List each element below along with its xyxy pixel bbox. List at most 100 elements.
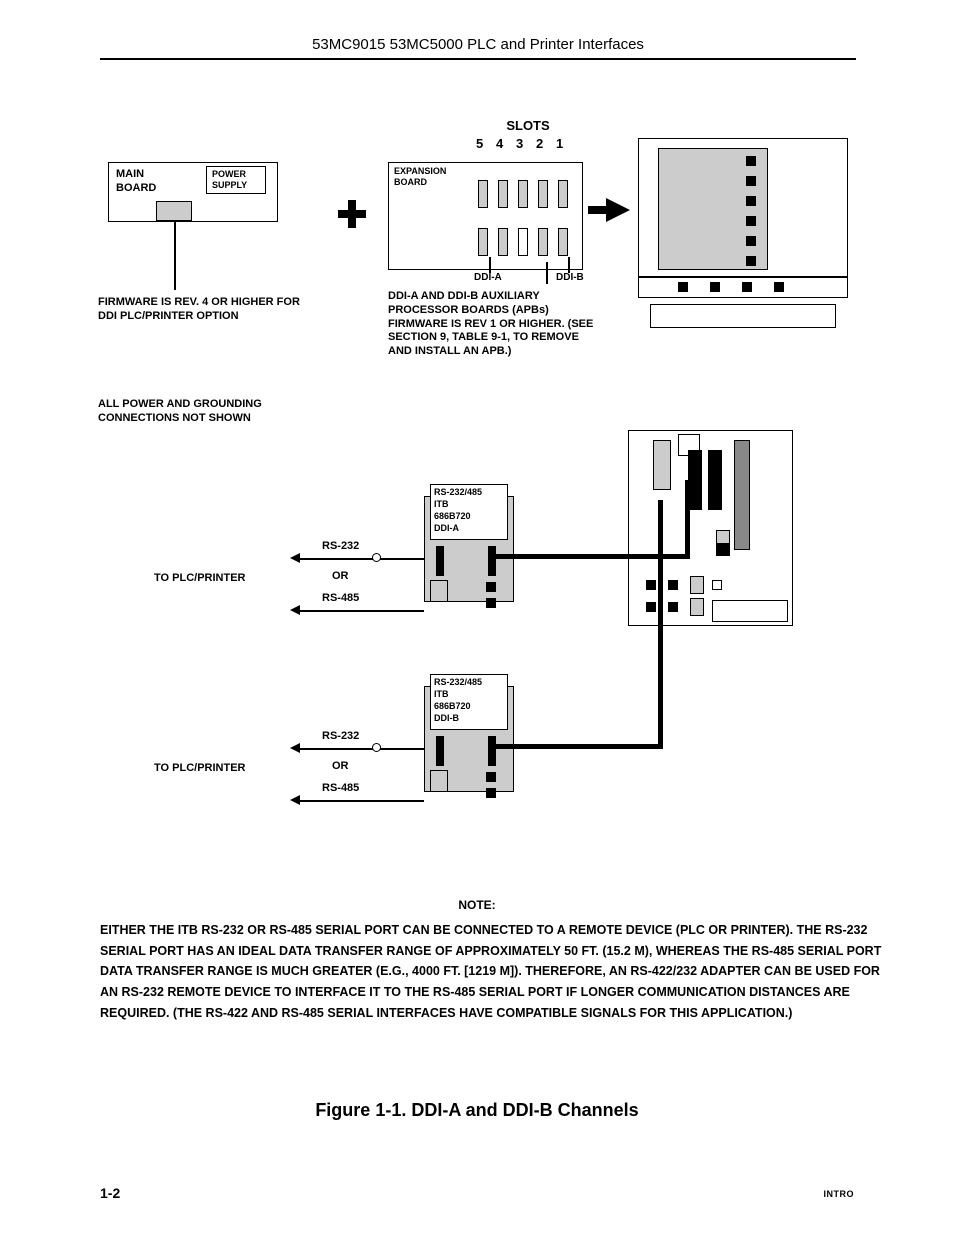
ddi-b-label: DDI-B <box>556 272 584 285</box>
itb-b-block <box>430 770 448 792</box>
rs232-b: RS-232 <box>322 730 359 744</box>
device-indicator <box>746 156 756 166</box>
to-plc-b: TO PLC/PRINTER <box>154 762 245 776</box>
plus-icon <box>338 200 364 226</box>
rs485-b: RS-485 <box>322 782 359 796</box>
rs232-b-line <box>298 748 424 750</box>
slot-3: 3 <box>516 136 523 152</box>
device-indicator <box>746 236 756 246</box>
line-junction <box>372 743 381 752</box>
itb-a-terminal <box>486 582 496 592</box>
itb-b-terminal <box>486 788 496 798</box>
rs485-a: RS-485 <box>322 592 359 606</box>
slot-module <box>558 180 568 208</box>
slot-module <box>498 180 508 208</box>
itb-b-terminal <box>486 772 496 782</box>
rear-sq <box>646 580 656 590</box>
slot-5: 5 <box>476 136 483 152</box>
arrow-stem <box>588 206 608 214</box>
rear-slot <box>734 440 750 550</box>
itb-a-l1: RS-232/485 <box>434 487 482 498</box>
rs232-a-arrow <box>290 553 300 563</box>
page-header: 53MC9015 53MC5000 PLC and Printer Interf… <box>100 36 856 53</box>
itb-a-conn <box>488 546 496 576</box>
ddi-a-leader <box>489 257 491 273</box>
device-button <box>774 282 784 292</box>
page: 53MC9015 53MC5000 PLC and Printer Interf… <box>0 0 954 1235</box>
device-indicator <box>746 216 756 226</box>
grounding-note: ALL POWER AND GROUNDING CONNECTIONS NOT … <box>98 398 318 426</box>
rear-module <box>653 440 671 490</box>
rear-bar <box>688 450 702 510</box>
note-title: NOTE: <box>390 898 564 912</box>
itb-a-terminal <box>486 598 496 608</box>
rear-port-box <box>712 600 788 622</box>
itb-b-conn <box>436 736 444 766</box>
rs485-b-arrow <box>290 795 300 805</box>
itb-a-conn <box>436 546 444 576</box>
device-screen <box>658 148 768 270</box>
main-board-label: MAIN BOARD <box>116 168 166 196</box>
itb-a-l3: 686B720 <box>434 511 471 522</box>
rear-sq <box>668 580 678 590</box>
slot-module <box>518 180 528 208</box>
itb-b-conn <box>488 736 496 766</box>
slot-module <box>498 228 508 256</box>
or-a: OR <box>332 570 349 584</box>
rear-block-top <box>716 530 730 544</box>
section-label: INTRO <box>824 1189 855 1199</box>
device-indicator <box>746 256 756 266</box>
rs485-a-line <box>298 610 424 612</box>
slot-module <box>478 180 488 208</box>
to-plc-a: TO PLC/PRINTER <box>154 572 245 586</box>
cable-b-v <box>658 500 663 749</box>
cable-b-h <box>495 744 663 749</box>
rs485-b-line <box>298 800 424 802</box>
firmware-note: FIRMWARE IS REV. 4 OR HIGHER FOR DDI PLC… <box>98 296 308 324</box>
device-button <box>742 282 752 292</box>
device-indicator <box>746 176 756 186</box>
slot-module <box>538 228 548 256</box>
device-button <box>710 282 720 292</box>
header-rule <box>100 58 856 60</box>
rear-sq-white <box>712 580 722 590</box>
rear-bar <box>708 450 722 510</box>
power-supply-label: POWER SUPPLY <box>212 169 260 192</box>
note-body: EITHER THE ITB RS-232 OR RS-485 SERIAL P… <box>100 920 890 1023</box>
ddi-a-label: DDI-A <box>474 272 502 285</box>
figure-caption: Figure 1-1. DDI-A and DDI-B Channels <box>0 1100 954 1121</box>
itb-a-l2: ITB <box>434 499 449 510</box>
itb-b-l4: DDI-B <box>434 713 459 724</box>
slot-module <box>478 228 488 256</box>
itb-b-l2: ITB <box>434 689 449 700</box>
device-divider <box>638 276 848 278</box>
itb-b-l1: RS-232/485 <box>434 677 482 688</box>
device-indicator <box>746 196 756 206</box>
slot-module <box>538 180 548 208</box>
itb-a-l4: DDI-A <box>434 523 459 534</box>
device-base <box>650 304 836 328</box>
slot-module <box>518 228 528 256</box>
diagram-area: MAIN BOARD POWER SUPPLY FIRMWARE IS REV.… <box>98 110 858 870</box>
rear-sq-gray <box>690 576 704 594</box>
line-junction <box>372 553 381 562</box>
itb-b-l3: 686B720 <box>434 701 471 712</box>
page-number: 1-2 <box>100 1185 120 1201</box>
device-button <box>678 282 688 292</box>
slots-title: SLOTS <box>478 118 578 134</box>
apb-note: DDI-A AND DDI-B AUXILIARY PROCESSOR BOAR… <box>388 290 598 359</box>
ddi-b-leader <box>568 257 570 273</box>
expansion-label: EXPANSION BOARD <box>394 166 464 189</box>
rs232-a: RS-232 <box>322 540 359 554</box>
slot-2: 2 <box>536 136 543 152</box>
rs485-a-arrow <box>290 605 300 615</box>
rear-sq-gray <box>690 598 704 616</box>
rear-sq <box>646 602 656 612</box>
slot-module <box>558 228 568 256</box>
main-board-chip <box>156 201 192 221</box>
slot-1: 1 <box>556 136 563 152</box>
rear-sq <box>668 602 678 612</box>
slot-4: 4 <box>496 136 503 152</box>
cable-a-v <box>685 480 690 558</box>
rs232-b-arrow <box>290 743 300 753</box>
